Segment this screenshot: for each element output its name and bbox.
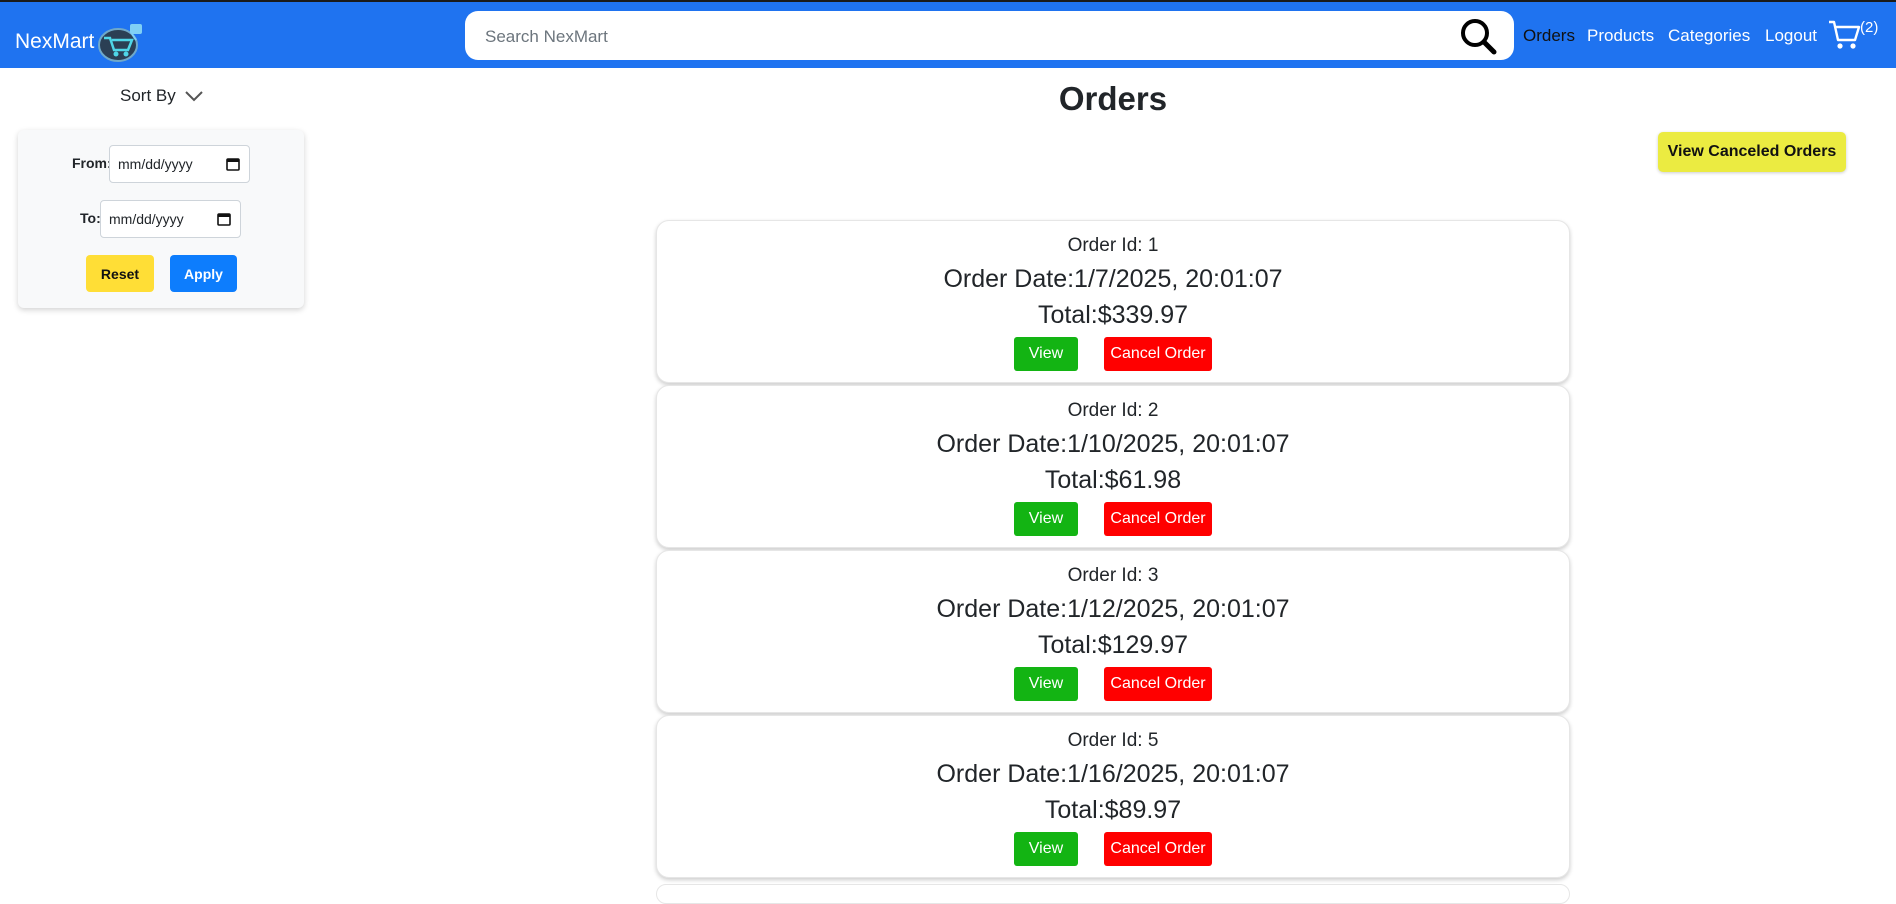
cart-count-badge: (2)	[1860, 19, 1879, 36]
order-card: Order Id: 3 Order Date:1/12/2025, 20:01:…	[656, 550, 1570, 713]
cancel-order-button[interactable]: Cancel Order	[1104, 337, 1212, 371]
view-canceled-orders-button[interactable]: View Canceled Orders	[1658, 132, 1846, 172]
order-id: Order Id: 5	[1067, 730, 1159, 751]
from-label: From:	[72, 155, 112, 171]
order-total: Total:$339.97	[1037, 301, 1189, 329]
cart-icon[interactable]	[1827, 18, 1861, 52]
order-date: Order Date:1/10/2025, 20:01:07	[936, 430, 1290, 458]
order-id: Order Id: 1	[1067, 235, 1159, 256]
cancel-order-button[interactable]: Cancel Order	[1104, 832, 1212, 866]
order-total: Total:$89.97	[1044, 796, 1182, 824]
order-date: Order Date:1/12/2025, 20:01:07	[936, 595, 1290, 623]
cancel-order-button[interactable]: Cancel Order	[1104, 667, 1212, 701]
to-label: To:	[80, 210, 101, 226]
to-date-value: mm/dd/yyyy	[109, 211, 184, 227]
order-actions: View Cancel Order	[657, 667, 1569, 701]
order-card: Order Id: 5 Order Date:1/16/2025, 20:01:…	[656, 715, 1570, 878]
order-actions: View Cancel Order	[657, 337, 1569, 371]
cancel-order-button[interactable]: Cancel Order	[1104, 502, 1212, 536]
order-total: Total:$129.97	[1037, 631, 1189, 659]
nav-categories[interactable]: Categories	[1668, 26, 1750, 46]
order-card-partial	[656, 884, 1570, 904]
view-order-button[interactable]: View	[1014, 667, 1078, 701]
apply-button[interactable]: Apply	[170, 255, 237, 292]
view-order-button[interactable]: View	[1014, 832, 1078, 866]
search-icon[interactable]	[1458, 16, 1498, 56]
calendar-icon[interactable]	[226, 157, 240, 171]
order-total: Total:$61.98	[1044, 466, 1182, 494]
shopping-cart-logo-icon	[98, 24, 143, 62]
nav-orders[interactable]: Orders	[1523, 26, 1575, 46]
orders-list: Order Id: 1 Order Date:1/7/2025, 20:01:0…	[656, 220, 1570, 880]
brand[interactable]: NexMart	[15, 20, 144, 64]
from-date-value: mm/dd/yyyy	[118, 156, 193, 172]
order-date: Order Date:1/16/2025, 20:01:07	[936, 760, 1290, 788]
order-card: Order Id: 2 Order Date:1/10/2025, 20:01:…	[656, 385, 1570, 548]
order-actions: View Cancel Order	[657, 832, 1569, 866]
brand-name: NexMart	[15, 30, 95, 53]
calendar-icon[interactable]	[217, 212, 231, 226]
order-date: Order Date:1/7/2025, 20:01:07	[943, 265, 1283, 293]
to-date-input[interactable]: mm/dd/yyyy	[100, 200, 241, 238]
reset-button[interactable]: Reset	[86, 255, 154, 292]
page-title: Orders	[1058, 80, 1168, 117]
order-actions: View Cancel Order	[657, 502, 1569, 536]
top-navbar: NexMart Orders Products Categories Logou…	[0, 2, 1896, 68]
order-card: Order Id: 1 Order Date:1/7/2025, 20:01:0…	[656, 220, 1570, 383]
search-bar	[465, 11, 1514, 62]
nav-logout[interactable]: Logout	[1765, 26, 1817, 46]
from-date-input[interactable]: mm/dd/yyyy	[109, 145, 250, 183]
search-input[interactable]	[483, 11, 1447, 62]
order-id: Order Id: 3	[1067, 565, 1159, 586]
date-filter-panel: From: mm/dd/yyyy To: mm/dd/yyyy Reset Ap…	[18, 130, 304, 308]
nav-products[interactable]: Products	[1587, 26, 1654, 46]
order-id: Order Id: 2	[1067, 400, 1159, 421]
view-order-button[interactable]: View	[1014, 337, 1078, 371]
view-order-button[interactable]: View	[1014, 502, 1078, 536]
